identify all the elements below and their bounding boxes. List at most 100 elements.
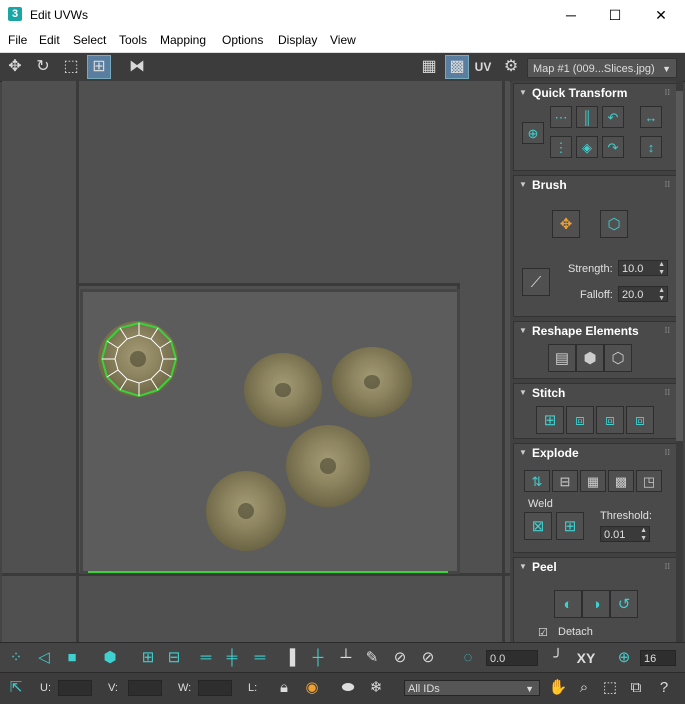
- grow-selection-icon[interactable]: ⊞: [136, 646, 160, 670]
- minimize-button[interactable]: ─: [548, 0, 594, 30]
- straighten-selection-icon[interactable]: ▤: [548, 344, 576, 372]
- u-field[interactable]: [58, 680, 92, 696]
- shrink-selection-icon[interactable]: ⊟: [162, 646, 186, 670]
- curve-icon[interactable]: ╯: [546, 646, 570, 670]
- grid-spinner[interactable]: 16: [640, 650, 676, 666]
- flatten-by-material-icon[interactable]: ▩: [608, 470, 634, 492]
- menu-display[interactable]: Display: [278, 33, 317, 47]
- peel-mode-icon[interactable]: ◑: [582, 590, 610, 618]
- uv-selection-mesh[interactable]: [98, 319, 180, 399]
- scroll-thumb[interactable]: [676, 91, 683, 441]
- zoom-extents-icon[interactable]: ⧉: [624, 676, 648, 700]
- brush-header[interactable]: ▼ Brush ⁞⁞: [514, 176, 676, 194]
- break-icon[interactable]: ⇅: [524, 470, 550, 492]
- stitch-average-icon[interactable]: ⧈: [596, 406, 624, 434]
- falloff-spinner[interactable]: 20.0 ▲ ▼: [618, 286, 668, 302]
- falloff-curve-icon[interactable]: ⟋: [522, 268, 550, 296]
- lock-icon[interactable]: 🔒︎: [272, 676, 296, 700]
- rotate-ccw-icon[interactable]: ↶: [602, 106, 624, 128]
- quick-transform-header[interactable]: ▼ Quick Transform ⁞⁞: [514, 84, 676, 102]
- space-vertical-icon[interactable]: ║: [576, 106, 598, 128]
- stitch-custom-icon[interactable]: ⊞: [536, 406, 564, 434]
- weld-selected-icon[interactable]: ⊠: [524, 512, 552, 540]
- detach-edge-icon[interactable]: ⊟: [552, 470, 578, 492]
- menu-mapping[interactable]: Mapping: [160, 33, 206, 47]
- align-vertical-icon[interactable]: ⋮: [550, 136, 572, 158]
- space-vert-icon[interactable]: ↕: [640, 136, 662, 158]
- panel-scrollbar[interactable]: [676, 81, 683, 642]
- scale-icon[interactable]: ⬚: [60, 56, 82, 78]
- xy-button[interactable]: XY: [574, 646, 598, 670]
- element-mode-icon[interactable]: ⬢: [98, 646, 122, 670]
- vertex-mode-icon[interactable]: ⁘: [4, 646, 28, 670]
- set-pivot-icon[interactable]: ⊕: [522, 122, 544, 144]
- mirror-icon[interactable]: ⧓: [126, 56, 148, 78]
- rotate-cw-icon[interactable]: ↷: [602, 136, 624, 158]
- settings-icon[interactable]: ⚙: [500, 56, 522, 78]
- ring-icon[interactable]: ╪: [220, 646, 244, 670]
- edge-mode-icon[interactable]: ◁: [32, 646, 56, 670]
- absolute-mode-icon[interactable]: ⇱: [4, 676, 28, 700]
- relax-icon[interactable]: ⬢: [576, 344, 604, 372]
- filter-icon[interactable]: ⬬: [336, 676, 360, 700]
- align-horizontal-icon[interactable]: ⋯: [550, 106, 572, 128]
- strength-spinner[interactable]: 10.0 ▲ ▼: [618, 260, 668, 276]
- threshold-spinner[interactable]: 0.01 ▲ ▼: [600, 526, 650, 542]
- move-icon[interactable]: ✥: [4, 56, 26, 78]
- menu-view[interactable]: View: [330, 33, 356, 47]
- explode-header[interactable]: ▼ Explode ⁞⁞: [514, 444, 676, 462]
- checker-icon[interactable]: ▦: [418, 56, 440, 78]
- weld-target-icon[interactable]: ⊞: [556, 512, 584, 540]
- loop-icon[interactable]: ═: [194, 646, 218, 670]
- uv-label[interactable]: UV: [472, 56, 494, 78]
- hide-icon[interactable]: ◉: [300, 676, 324, 700]
- freeform-icon[interactable]: ⊞: [87, 55, 111, 79]
- pan-icon[interactable]: ✋: [546, 676, 570, 700]
- relax-settings-icon[interactable]: ⬡: [604, 344, 632, 372]
- flatten-by-smoothing-icon[interactable]: ▦: [580, 470, 606, 492]
- falloff-icon[interactable]: ⊘: [416, 646, 440, 670]
- menu-options[interactable]: Options: [222, 33, 263, 47]
- rotation-spinner[interactable]: 0.0: [486, 650, 538, 666]
- maximize-button[interactable]: ☐: [592, 0, 638, 30]
- menu-select[interactable]: Select: [73, 33, 106, 47]
- flatten-custom-icon[interactable]: ◳: [636, 470, 662, 492]
- map-select[interactable]: Map #1 (009...Slices.jpg) ▼: [527, 58, 677, 78]
- reset-peel-icon[interactable]: ↺: [610, 590, 638, 618]
- rotate-icon[interactable]: ↻: [32, 56, 54, 78]
- polygon-mode-icon[interactable]: ■: [60, 646, 84, 670]
- help-icon[interactable]: ?: [652, 676, 676, 700]
- id-filter-select[interactable]: All IDs ▼: [404, 680, 540, 696]
- straighten-icon[interactable]: ◈: [576, 136, 598, 158]
- space-horizontal-icon[interactable]: ↔: [640, 106, 662, 128]
- peel-header[interactable]: ▼ Peel ⁞⁞: [514, 558, 676, 576]
- stitch-to-target-icon[interactable]: ⧈: [566, 406, 594, 434]
- detach-checkbox[interactable]: ☑: [538, 626, 548, 639]
- texture-icon[interactable]: ▩: [445, 55, 469, 79]
- relax-brush-icon[interactable]: ⬡: [600, 210, 628, 238]
- close-button[interactable]: ✕: [638, 0, 684, 30]
- zoom-region-icon[interactable]: ⬚: [598, 676, 622, 700]
- soft-select-icon[interactable]: ⊘: [388, 646, 412, 670]
- zoom-icon[interactable]: ⌕: [572, 676, 596, 700]
- paint-move-icon[interactable]: ✥: [552, 210, 580, 238]
- paint-brush-icon[interactable]: ┴: [334, 646, 358, 670]
- w-field[interactable]: [198, 680, 232, 696]
- uv-viewport[interactable]: [2, 81, 510, 642]
- quick-peel-icon[interactable]: ◐: [554, 590, 582, 618]
- menu-bar: File Edit Select Tools Mapping Options D…: [0, 30, 685, 53]
- stitch-header[interactable]: ▼ Stitch ⁞⁞: [514, 384, 676, 402]
- paint-select-icon[interactable]: ┼: [306, 646, 330, 670]
- freeze-icon[interactable]: ❄: [364, 676, 388, 700]
- point-to-point-icon[interactable]: ▐: [278, 646, 302, 670]
- rotation-icon[interactable]: ◌: [456, 646, 480, 670]
- edge-select-icon[interactable]: ═: [248, 646, 272, 670]
- stitch-to-source-icon[interactable]: ⧈: [626, 406, 654, 434]
- menu-edit[interactable]: Edit: [39, 33, 60, 47]
- v-field[interactable]: [128, 680, 162, 696]
- reshape-header[interactable]: ▼ Reshape Elements ⁞⁞: [514, 322, 676, 340]
- menu-file[interactable]: File: [8, 33, 27, 47]
- menu-tools[interactable]: Tools: [119, 33, 147, 47]
- grid-snap-icon[interactable]: ⊕: [612, 646, 636, 670]
- brush-icon[interactable]: ✎: [360, 646, 384, 670]
